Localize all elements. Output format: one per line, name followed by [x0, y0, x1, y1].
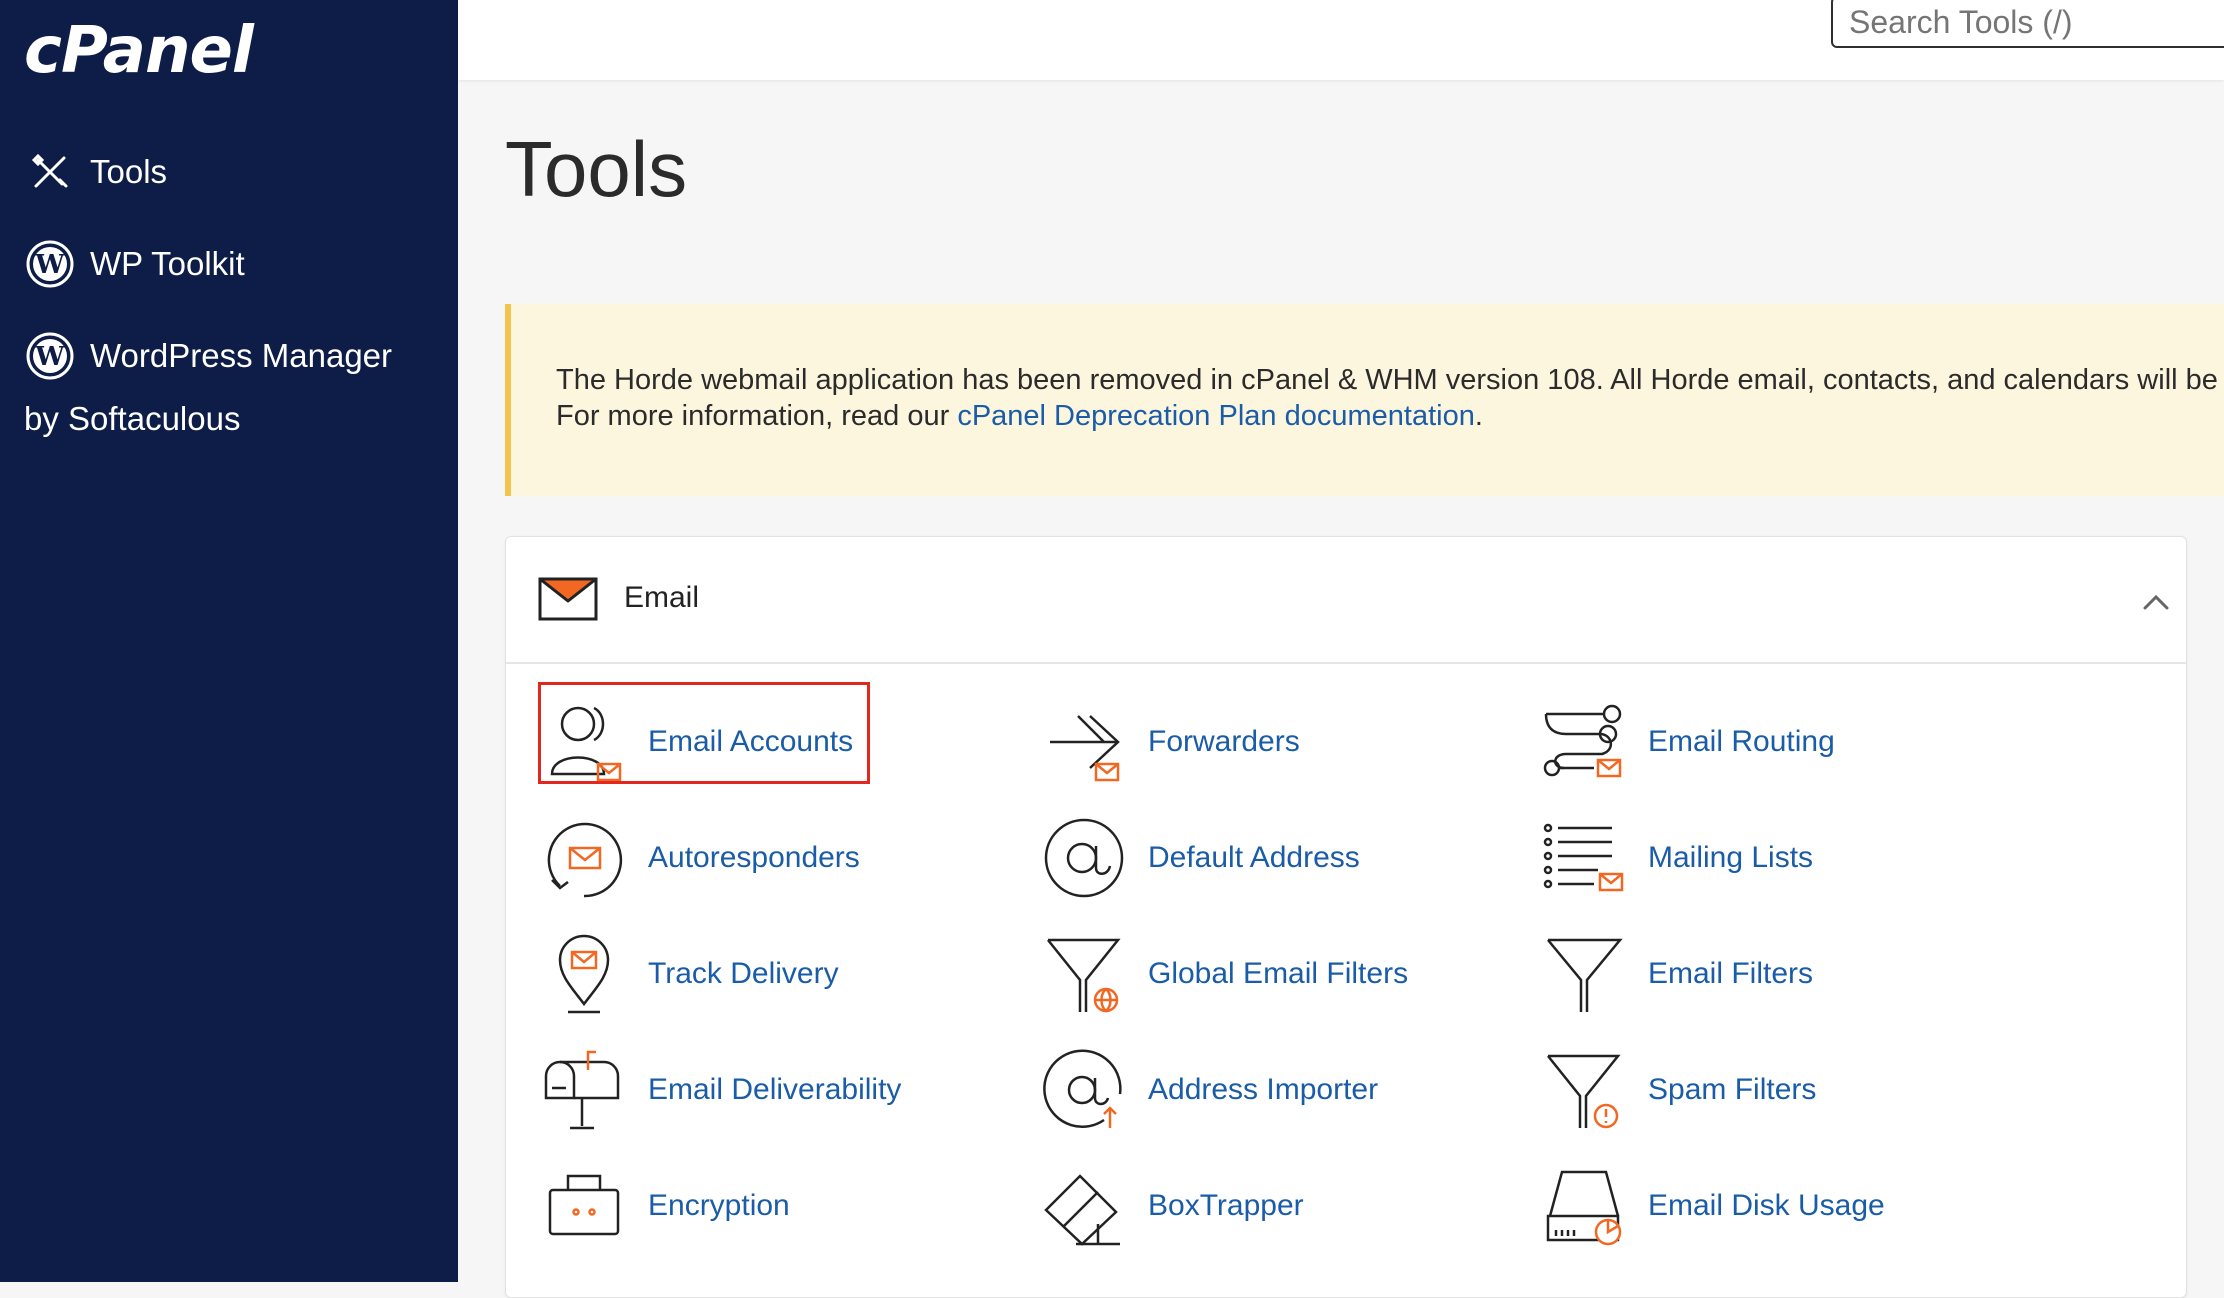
tool-autoresponders[interactable]: Autoresponders: [538, 808, 860, 908]
tool-label: Spam Filters: [1648, 1073, 1817, 1106]
tool-encryption[interactable]: Encryption: [538, 1156, 790, 1256]
tool-label: Address Importer: [1148, 1073, 1379, 1106]
tool-mailing-lists[interactable]: Mailing Lists: [1538, 808, 1813, 908]
notice-prefix: For more information, read our: [556, 400, 958, 432]
tool-label: Forwarders: [1148, 725, 1300, 758]
tool-address-importer[interactable]: Address Importer: [1038, 1040, 1378, 1140]
page-title: Tools: [505, 125, 688, 213]
email-accounts-icon: [538, 696, 630, 788]
tool-global-email-filters[interactable]: Global Email Filters: [1038, 924, 1408, 1024]
search-input[interactable]: [1831, 0, 2224, 48]
notice-suffix: .: [1474, 400, 1483, 432]
tool-forwarders[interactable]: Forwarders: [1038, 692, 1300, 792]
tool-label: BoxTrapper: [1148, 1189, 1304, 1222]
tool-label: Mailing Lists: [1648, 841, 1814, 874]
notice-text: The Horde webmail application has been r…: [556, 364, 2218, 396]
email-panel-header[interactable]: Email: [506, 537, 2186, 664]
wordpress-icon: W: [24, 330, 76, 382]
tool-spam-filters[interactable]: Spam Filters: [1538, 1040, 1816, 1140]
sidebar-item-wordpress-manager[interactable]: W WordPress Manager by Softaculous: [24, 330, 444, 437]
tool-track-delivery[interactable]: Track Delivery: [538, 924, 839, 1024]
tool-label: Email Routing: [1648, 725, 1835, 758]
email-deliverability-icon: [538, 1044, 630, 1136]
tool-email-deliverability[interactable]: Email Deliverability: [538, 1040, 901, 1140]
tool-label: Encryption: [648, 1189, 790, 1222]
spam-filters-icon: [1538, 1044, 1630, 1136]
autoresponders-icon: [538, 812, 630, 904]
tool-email-filters[interactable]: Email Filters: [1538, 924, 1813, 1024]
sidebar-item-wp-toolkit[interactable]: W WP Toolkit: [24, 238, 245, 290]
tool-label: Email Filters: [1648, 957, 1814, 990]
sidebar-item-label: Tools: [90, 153, 168, 190]
tool-label: Email Deliverability: [648, 1073, 902, 1106]
global-email-filters-icon: [1038, 928, 1130, 1020]
default-address-icon: [1038, 812, 1130, 904]
track-delivery-icon: [538, 928, 630, 1020]
sidebar-item-sublabel: by Softaculous: [24, 400, 241, 437]
tool-label: Email Accounts: [648, 725, 854, 758]
mailing-lists-icon: [1538, 812, 1630, 904]
sidebar-item-tools[interactable]: Tools: [24, 146, 167, 198]
svg-text:W: W: [34, 342, 65, 372]
address-importer-icon: [1038, 1044, 1130, 1136]
collapse-button[interactable]: [2126, 577, 2186, 627]
sidebar-item-label: WordPress Manager: [90, 337, 393, 374]
tool-label: Global Email Filters: [1148, 957, 1409, 990]
tool-email-disk-usage[interactable]: Email Disk Usage: [1538, 1156, 1885, 1256]
envelope-icon: [538, 577, 598, 626]
wordpress-icon: W: [24, 238, 76, 290]
tool-label: Default Address: [1148, 841, 1360, 874]
email-disk-usage-icon: [1538, 1160, 1630, 1252]
tool-label: Track Delivery: [648, 957, 839, 990]
boxtrapper-icon: [1038, 1160, 1130, 1252]
tool-boxtrapper[interactable]: BoxTrapper: [1038, 1156, 1304, 1256]
tool-email-accounts[interactable]: Email Accounts: [538, 692, 853, 792]
tool-label: Email Disk Usage: [1648, 1189, 1885, 1222]
tool-default-address[interactable]: Default Address: [1038, 808, 1360, 908]
tool-email-routing[interactable]: Email Routing: [1538, 692, 1835, 792]
notice-text-more: For more information, read our cPanel De…: [556, 400, 1483, 433]
email-filters-icon: [1538, 928, 1630, 1020]
tools-icon: [24, 146, 76, 198]
chevron-up-icon: [2143, 594, 2169, 610]
cpanel-logo[interactable]: cPanel: [24, 14, 254, 88]
forwarders-icon: [1038, 696, 1130, 788]
encryption-icon: [538, 1160, 630, 1252]
email-routing-icon: [1538, 696, 1630, 788]
svg-text:W: W: [34, 250, 65, 280]
sidebar: cPanel Tools W WP Toolkit W WordPress Ma…: [0, 0, 458, 1282]
deprecation-plan-link[interactable]: cPanel Deprecation Plan documentation: [957, 400, 1475, 432]
deprecation-notice: The Horde webmail application has been r…: [505, 304, 2224, 496]
tool-label: Autoresponders: [648, 841, 860, 874]
panel-title: Email: [624, 581, 700, 614]
sidebar-item-label: WP Toolkit: [90, 245, 245, 282]
